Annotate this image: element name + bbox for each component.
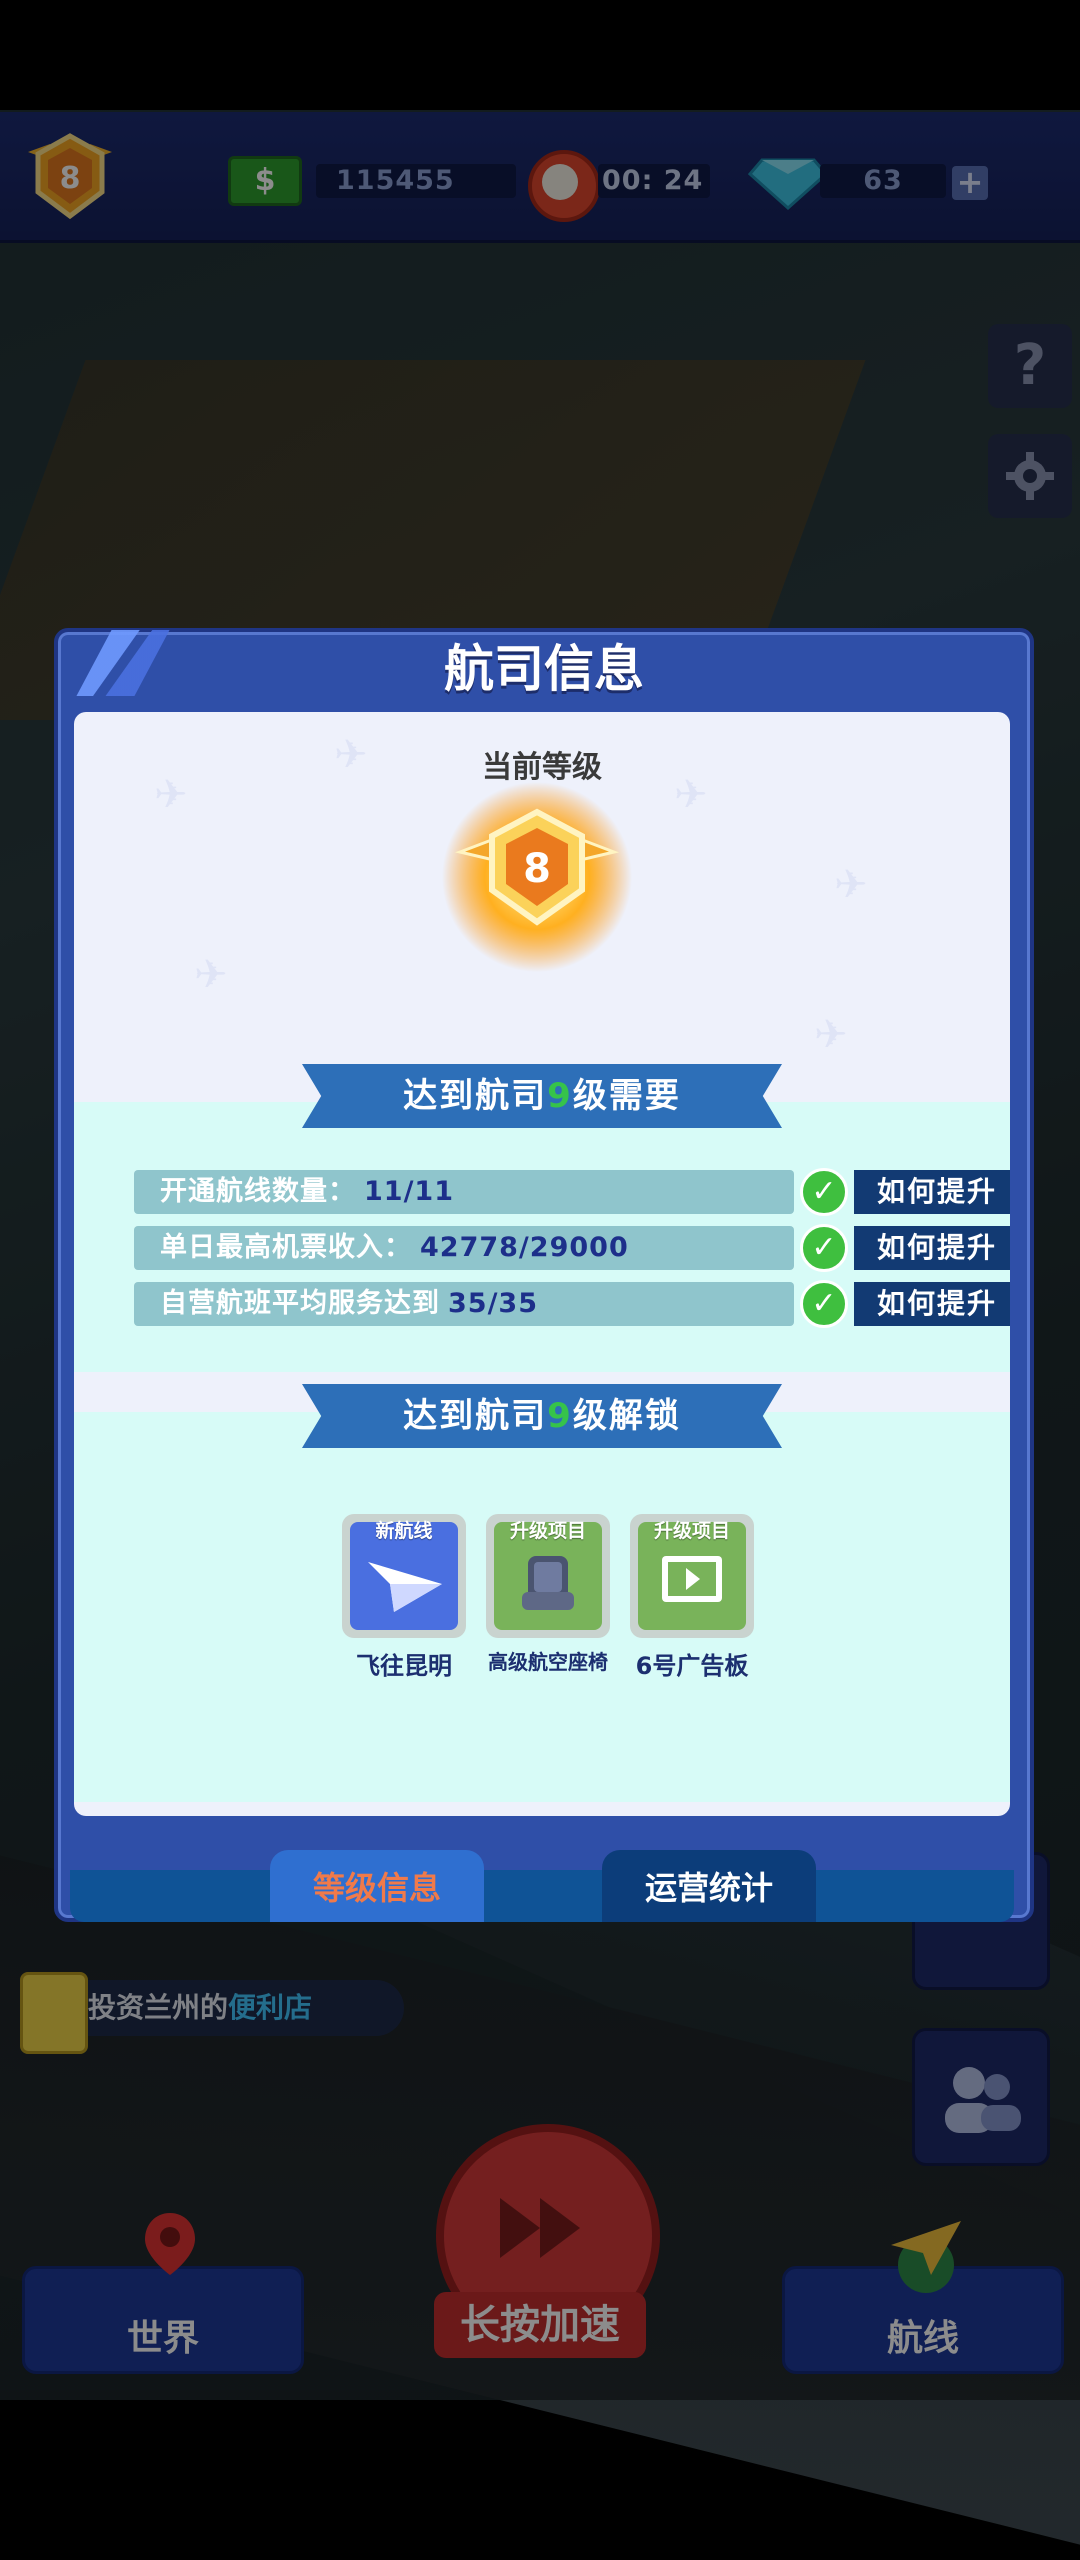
dialog-body: ✈ ✈ ✈ ✈ ✈ ✈ 当前等级 8 达到航司9级需要 开通航线数量： 11/1… — [74, 712, 1010, 1816]
unlock-tag: 升级项目 — [653, 1520, 730, 1542]
unlock-item[interactable]: 新航线 飞往昆明 — [342, 1514, 466, 1681]
status-bar — [0, 0, 1080, 110]
dialog-title: 航司信息 — [444, 640, 644, 698]
dialog-tabs: 等级信息 运营统计 — [70, 1850, 1014, 1922]
how-to-improve-button[interactable]: 如何提升 — [854, 1170, 1010, 1214]
unlock-tag: 新航线 — [375, 1520, 433, 1542]
requirements-banner: 达到航司9级需要 — [302, 1064, 782, 1128]
unlock-card: 升级项目 — [486, 1514, 610, 1638]
unlock-tag: 升级项目 — [509, 1520, 586, 1542]
airline-info-dialog: 航司信息 ✈ ✈ ✈ ✈ ✈ ✈ 当前等级 8 达到航司9级需要 开通航线数量：… — [54, 628, 1034, 1922]
watermark: ✈ — [814, 1012, 848, 1058]
requirement-text: 单日最高机票收入： 42778/29000 — [134, 1226, 794, 1270]
check-icon: ✓ — [800, 1224, 848, 1272]
svg-text:8: 8 — [523, 846, 551, 892]
requirement-row: 开通航线数量： 11/11 ✓ 如何提升 — [134, 1168, 1010, 1216]
unlock-label: 6号广告板 — [635, 1652, 749, 1680]
unlock-item[interactable]: 升级项目 高级航空座椅 — [486, 1514, 610, 1675]
unlock-card: 升级项目 — [630, 1514, 754, 1638]
current-level-label: 当前等级 — [482, 750, 602, 785]
watermark: ✈ — [834, 862, 868, 908]
requirement-text: 自营航班平均服务达到 35/35 — [134, 1282, 794, 1326]
check-icon: ✓ — [800, 1168, 848, 1216]
requirement-row: 自营航班平均服务达到 35/35 ✓ 如何提升 — [134, 1280, 1010, 1328]
how-to-improve-button[interactable]: 如何提升 — [854, 1226, 1010, 1270]
requirement-text: 开通航线数量： 11/11 — [134, 1170, 794, 1214]
how-to-improve-button[interactable]: 如何提升 — [854, 1282, 1010, 1326]
check-icon: ✓ — [800, 1280, 848, 1328]
tab-operation-stats[interactable]: 运营统计 — [602, 1850, 816, 1922]
watermark: ✈ — [194, 952, 228, 998]
requirement-row: 单日最高机票收入： 42778/29000 ✓ 如何提升 — [134, 1224, 1010, 1272]
tab-level-info[interactable]: 等级信息 — [270, 1850, 484, 1922]
current-level-badge: 8 — [442, 782, 632, 972]
unlocks-banner: 达到航司9级解锁 — [302, 1384, 782, 1448]
unlock-item[interactable]: 升级项目 6号广告板 — [630, 1514, 754, 1681]
unlock-card: 新航线 — [342, 1514, 466, 1638]
unlock-label: 高级航空座椅 — [488, 1650, 608, 1674]
unlock-label: 飞往昆明 — [356, 1652, 452, 1680]
